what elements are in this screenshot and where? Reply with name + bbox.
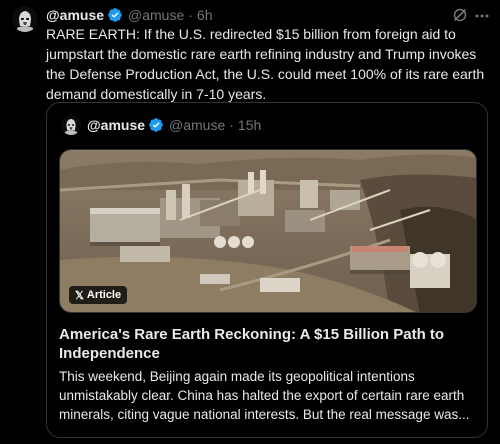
x-logo-icon: 𝕏 xyxy=(75,289,84,302)
separator-dot: · xyxy=(188,7,193,23)
author-handle[interactable]: @amuse xyxy=(128,7,184,23)
post-time[interactable]: 6h xyxy=(197,7,213,23)
verified-badge-icon xyxy=(148,117,164,133)
article-badge: 𝕏 Article xyxy=(69,286,128,304)
article-title[interactable]: America's Rare Earth Reckoning: A $15 Bi… xyxy=(59,325,477,363)
verified-badge-icon xyxy=(107,7,123,23)
quoted-post-time[interactable]: 15h xyxy=(238,117,261,133)
tweet: @amuse @amuse · 6h RARE EARTH: If the U.… xyxy=(0,0,500,444)
quoted-tweet-header: @amuse @amuse · 15h xyxy=(61,115,261,135)
tweet-header: @amuse @amuse · 6h xyxy=(46,6,213,24)
tweet-text: RARE EARTH: If the U.S. redirected $15 b… xyxy=(46,26,485,102)
quoted-author-avatar[interactable] xyxy=(61,115,81,135)
quoted-author-name[interactable]: @amuse xyxy=(87,117,145,133)
quoted-tweet[interactable]: @amuse @amuse · 15h 𝕏 Article America's … xyxy=(46,102,488,438)
article-cover-image[interactable]: 𝕏 Article xyxy=(59,149,477,313)
article-badge-label: Article xyxy=(86,289,122,301)
author-name[interactable]: @amuse xyxy=(46,7,104,23)
more-icon[interactable] xyxy=(474,8,490,24)
article-excerpt: This weekend, Beijing again made its geo… xyxy=(59,369,470,422)
quoted-author-handle[interactable]: @amuse xyxy=(169,117,225,133)
grok-icon[interactable] xyxy=(452,7,468,23)
separator-dot: · xyxy=(229,117,234,133)
author-avatar[interactable] xyxy=(12,6,38,32)
